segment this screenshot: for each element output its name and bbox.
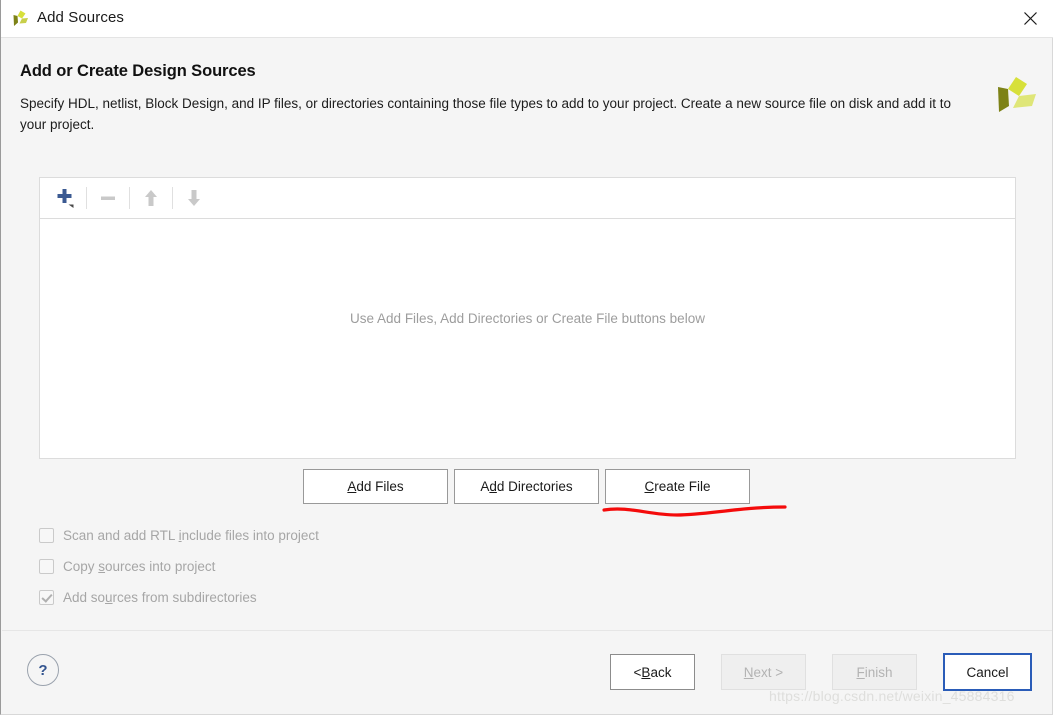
wizard-navigation: < Back Next > Finish Cancel — [610, 653, 1032, 691]
toolbar-separator — [129, 187, 130, 209]
add-directories-mnemonic: d — [489, 479, 497, 494]
dialog-title: Add Sources — [37, 9, 124, 26]
add-directories-label-before: A — [480, 479, 490, 494]
move-down-icon — [177, 183, 211, 213]
create-file-label-after: reate File — [654, 479, 711, 494]
scan-rtl-include-label: Scan and add RTL include files into proj… — [63, 527, 319, 543]
next-button: Next > — [721, 654, 806, 690]
add-sources-subdirectories-box — [39, 589, 54, 605]
source-list-panel: Use Add Files, Add Directories or Create… — [39, 177, 1016, 459]
back-button[interactable]: < Back — [610, 654, 695, 690]
scan-rtl-include-checkbox: Scan and add RTL include files into proj… — [39, 521, 319, 549]
source-list-toolbar — [40, 178, 1015, 219]
source-action-buttons: Add Files Add Directories Create File — [303, 469, 750, 504]
add-directories-button[interactable]: Add Directories — [454, 469, 599, 504]
source-options-group: Scan and add RTL include files into proj… — [39, 521, 319, 614]
add-files-button[interactable]: Add Files — [303, 469, 448, 504]
page-description: Specify HDL, netlist, Block Design, and … — [20, 96, 951, 132]
cancel-button[interactable]: Cancel — [943, 653, 1032, 691]
scan-rtl-include-box — [39, 527, 54, 543]
close-icon[interactable] — [1007, 0, 1053, 37]
move-up-icon — [134, 183, 168, 213]
footer-divider — [2, 630, 1052, 631]
create-file-button[interactable]: Create File — [605, 469, 750, 504]
finish-button: Finish — [832, 654, 917, 690]
add-files-mnemonic: A — [347, 479, 357, 494]
add-sources-subdirectories-checkbox: Add sources from subdirectories — [39, 583, 319, 611]
toolbar-separator — [86, 187, 87, 209]
page-title: Add or Create Design Sources — [20, 62, 256, 80]
copy-sources-box — [39, 558, 54, 574]
help-button[interactable]: ? — [27, 654, 59, 686]
empty-list-message: Use Add Files, Add Directories or Create… — [350, 310, 705, 326]
create-file-mnemonic: C — [644, 479, 655, 494]
copy-sources-checkbox: Copy sources into project — [39, 552, 319, 580]
xilinx-logo-icon — [994, 76, 1038, 116]
title-bar: Add Sources — [1, 0, 1053, 38]
vivado-logo-icon — [11, 9, 31, 29]
copy-sources-label: Copy sources into project — [63, 558, 216, 574]
add-sources-dialog: Add Sources Add or Create Design Sources… — [0, 0, 1053, 715]
toolbar-separator — [172, 187, 173, 209]
add-sources-subdirectories-label: Add sources from subdirectories — [63, 589, 257, 605]
add-directories-label-after: d Directories — [496, 479, 573, 494]
add-files-label-after: dd Files — [356, 479, 404, 494]
add-icon[interactable] — [48, 183, 82, 213]
remove-icon — [91, 183, 125, 213]
